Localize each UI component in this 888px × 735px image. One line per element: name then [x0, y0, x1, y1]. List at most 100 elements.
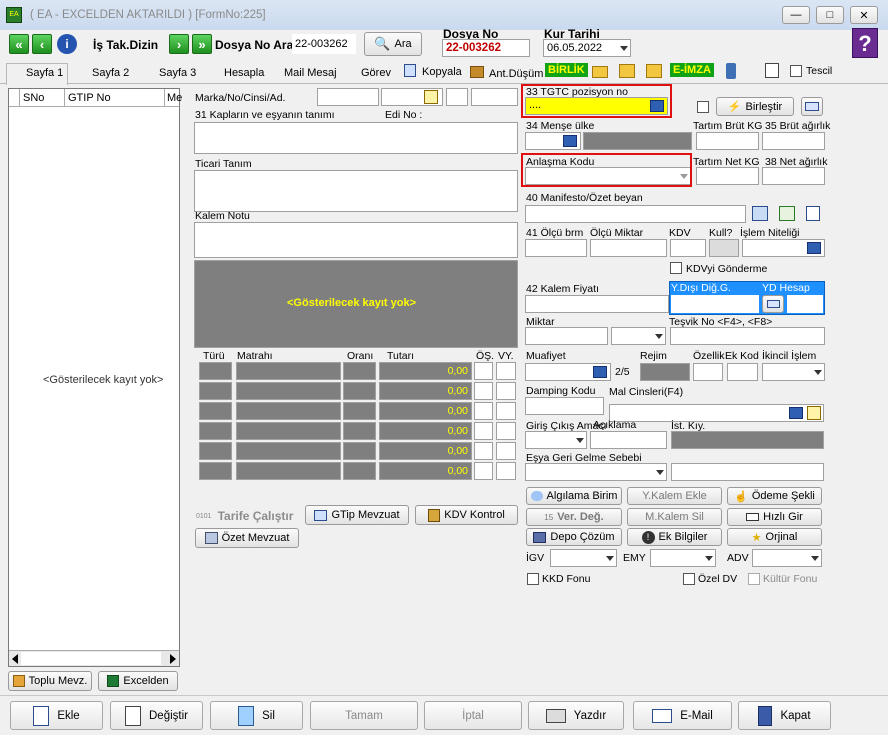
gtip-checkbox[interactable] [697, 101, 709, 113]
ozel-dv-checkbox[interactable] [683, 573, 695, 585]
muafiyet-input[interactable] [525, 363, 611, 381]
yd-keyboard-button[interactable] [762, 295, 784, 313]
odeme-sekli-button[interactable]: ☝ Ödeme Şekli [727, 487, 822, 505]
folder-open-icon[interactable] [646, 64, 662, 78]
ant-dusum-button[interactable]: Ant.Düşüm [489, 68, 543, 80]
tax-cell[interactable] [343, 402, 376, 420]
sil-button[interactable]: Sil [210, 701, 303, 730]
ydisi-input[interactable] [671, 295, 759, 313]
tartim-net-input[interactable] [696, 167, 759, 185]
tax-cell[interactable] [236, 382, 341, 400]
kalem-fiyati-input[interactable] [525, 295, 669, 313]
ticari-tanim-textarea[interactable] [194, 170, 518, 212]
tamam-button[interactable]: Tamam [310, 701, 418, 730]
tax-flag-cell[interactable] [474, 422, 493, 440]
olcu-miktar-input[interactable] [590, 239, 667, 257]
kultur-fonu-checkbox[interactable] [748, 573, 760, 585]
kalem-notu-textarea[interactable] [194, 222, 518, 258]
minimize-button[interactable]: — [782, 6, 810, 24]
algilama-birim-button[interactable]: Algılama Birim [526, 487, 622, 505]
tax-flag-cell[interactable] [496, 442, 516, 460]
brut-agirlik-input[interactable] [762, 132, 825, 150]
ozellik-input[interactable] [693, 363, 723, 381]
tax-cell[interactable] [199, 442, 232, 460]
tax-cell[interactable] [199, 382, 232, 400]
next-record-button[interactable]: › [169, 34, 189, 54]
degistir-button[interactable]: Değiştir [110, 701, 203, 730]
yd-hesap-input[interactable] [787, 295, 823, 313]
tax-flag-cell[interactable] [496, 382, 516, 400]
tesvik-input[interactable] [670, 327, 825, 345]
kopyala-button[interactable]: Kopyala [422, 66, 462, 78]
miktar-input[interactable] [525, 327, 608, 345]
ozet-mevzuat-button[interactable]: Özet Mevzuat [195, 528, 299, 548]
ykalem-ekle-button[interactable]: Y.Kalem Ekle [627, 487, 722, 505]
yazdir-button[interactable]: Yazdır [528, 701, 624, 730]
edit-icon[interactable] [424, 90, 438, 104]
tax-flag-cell[interactable] [474, 462, 493, 480]
net-agirlik-input[interactable] [762, 167, 825, 185]
tax-cell[interactable] [199, 362, 232, 380]
maximize-button[interactable]: □ [816, 6, 844, 24]
kdv-kontrol-button[interactable]: KDV Kontrol [415, 505, 518, 525]
depo-cozum-button[interactable]: Depo Çözüm [526, 528, 622, 546]
orijinal-button[interactable]: ★ Orjinal [727, 528, 822, 546]
tax-cell[interactable] [343, 442, 376, 460]
info-icon[interactable]: i [57, 34, 77, 54]
kdv-gonderme-checkbox[interactable] [670, 262, 682, 274]
prev-record-button[interactable]: ‹ [32, 34, 52, 54]
marka-input-3[interactable] [446, 88, 468, 106]
tab-sayfa1[interactable]: Sayfa 1 [26, 67, 63, 79]
damping-input[interactable] [525, 397, 604, 415]
help-button[interactable]: ? [852, 28, 878, 58]
manifesto-grid-icon[interactable] [779, 206, 795, 221]
tax-flag-cell[interactable] [496, 422, 516, 440]
close-button[interactable]: ✕ [850, 6, 878, 24]
emy-select[interactable] [650, 549, 716, 567]
tax-tutar-cell[interactable]: 0,00 [379, 362, 472, 380]
ikincil-islem-select[interactable] [762, 363, 825, 381]
tax-cell[interactable] [236, 402, 341, 420]
manifesto-input[interactable] [525, 205, 746, 223]
dosya-ara-input[interactable]: 22-003262 [292, 34, 356, 54]
aciklama-input[interactable] [590, 431, 667, 449]
gtip-mevzuat-button[interactable]: GTip Mevzuat [305, 505, 409, 525]
first-record-button[interactable]: « [9, 34, 29, 54]
edit-icon[interactable] [807, 406, 821, 420]
excelden-button[interactable]: Excelden [98, 671, 178, 691]
kur-tarihi-date[interactable]: 06.05.2022 [543, 39, 631, 57]
tab-hesapla[interactable]: Hesapla [224, 67, 264, 79]
hizli-gir-button[interactable]: Hızlı Gir [727, 508, 822, 526]
islem-niteligi-input[interactable] [742, 239, 825, 257]
usb-icon[interactable] [726, 63, 736, 79]
tax-tutar-cell[interactable]: 0,00 [379, 422, 472, 440]
igv-select[interactable] [550, 549, 617, 567]
kdv-input[interactable] [670, 239, 706, 257]
tax-flag-cell[interactable] [474, 402, 493, 420]
kapat-button[interactable]: Kapat [738, 701, 831, 730]
manifesto-export-icon[interactable] [806, 206, 820, 221]
tab-mail-mesaj[interactable]: Mail Mesaj [284, 67, 337, 79]
marka-input-4[interactable] [471, 88, 518, 106]
esya-geri-select[interactable] [525, 463, 667, 481]
email-button[interactable]: E-Mail [633, 701, 732, 730]
tax-cell[interactable] [343, 382, 376, 400]
kayit-grid[interactable]: <Gösterilecek kayıt yok> [194, 260, 518, 348]
col-me[interactable]: Me [167, 92, 182, 104]
toplu-mevz-button[interactable]: Toplu Mevz. [8, 671, 92, 691]
folder-icon[interactable] [592, 66, 608, 78]
ekle-button[interactable]: Ekle [10, 701, 103, 730]
kalem-grid[interactable]: SNo GTIP No Me <Gösterilecek kayıt yok> [8, 88, 182, 667]
esya-geri-input[interactable] [671, 463, 824, 481]
adv-select[interactable] [752, 549, 822, 567]
miktar-select[interactable] [611, 327, 666, 345]
col-sno[interactable]: SNo [23, 92, 44, 104]
birlik-badge[interactable]: BİRLİK [545, 63, 588, 77]
ver-deg-button[interactable]: 15 Ver. Değ. [526, 508, 622, 526]
tax-flag-cell[interactable] [496, 462, 516, 480]
tax-cell[interactable] [343, 422, 376, 440]
tab-sayfa2[interactable]: Sayfa 2 [92, 67, 129, 79]
tax-flag-cell[interactable] [474, 442, 493, 460]
last-record-button[interactable]: » [192, 34, 212, 54]
tax-cell[interactable] [343, 362, 376, 380]
